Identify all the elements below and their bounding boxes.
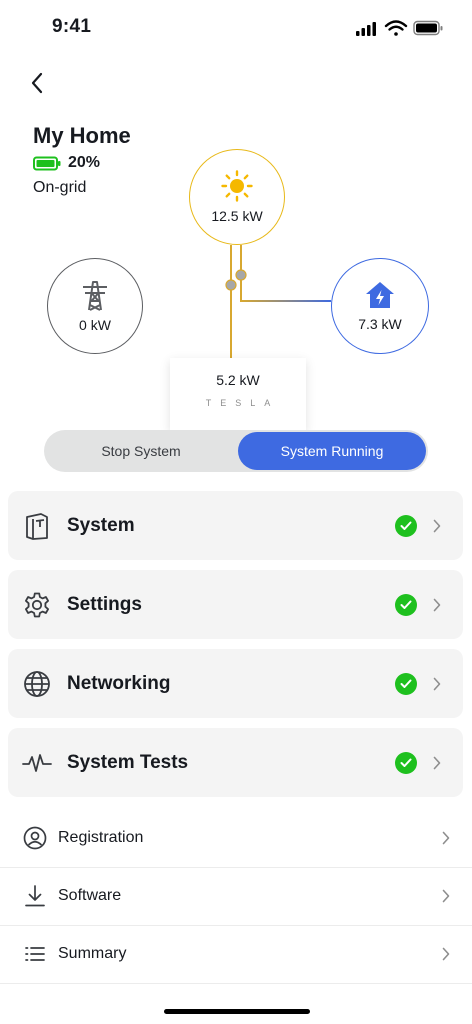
system-toggle[interactable]: Stop System System Running bbox=[44, 430, 428, 472]
chevron-right-icon bbox=[442, 831, 454, 845]
stop-system-button[interactable]: Stop System bbox=[44, 430, 238, 472]
power-tower-icon bbox=[83, 281, 107, 311]
sun-icon bbox=[221, 170, 253, 202]
flow-dot bbox=[225, 279, 237, 291]
cellular-signal-icon bbox=[356, 22, 376, 36]
row-summary[interactable]: Summary bbox=[0, 925, 472, 983]
divider bbox=[0, 983, 472, 984]
home-node[interactable]: 7.3 kW bbox=[331, 258, 429, 354]
list-icon bbox=[23, 942, 47, 966]
user-circle-icon bbox=[23, 826, 47, 850]
chevron-right-icon bbox=[442, 889, 454, 903]
check-icon bbox=[395, 751, 417, 774]
check-icon bbox=[395, 593, 417, 616]
home-power-value: 7.3 kW bbox=[358, 316, 402, 332]
card-networking[interactable]: Networking bbox=[8, 649, 463, 718]
wifi-icon bbox=[384, 20, 408, 36]
chevron-left-icon bbox=[31, 72, 43, 94]
solar-to-home-line bbox=[240, 245, 331, 302]
download-icon bbox=[23, 884, 47, 908]
row-label: Summary bbox=[58, 945, 127, 962]
row-software[interactable]: Software bbox=[0, 867, 472, 925]
grid-power-value: 0 kW bbox=[79, 317, 111, 333]
tesla-logo: TESLA bbox=[205, 398, 280, 408]
powerwall-card[interactable]: 5.2 kW TESLA bbox=[170, 358, 306, 430]
house-bolt-icon bbox=[366, 282, 394, 308]
battery-status-icon bbox=[413, 20, 443, 36]
gear-icon bbox=[22, 590, 52, 620]
system-running-button[interactable]: System Running bbox=[238, 432, 426, 470]
chevron-right-icon bbox=[433, 677, 445, 691]
card-label: Settings bbox=[67, 593, 142, 615]
chevron-right-icon bbox=[433, 519, 445, 533]
home-indicator[interactable] bbox=[164, 1009, 310, 1014]
grid-node[interactable]: 0 kW bbox=[47, 258, 143, 354]
card-system-tests[interactable]: System Tests bbox=[8, 728, 463, 797]
back-button[interactable] bbox=[22, 66, 52, 100]
card-settings[interactable]: Settings bbox=[8, 570, 463, 639]
powerwall-power-value: 5.2 kW bbox=[216, 372, 260, 388]
row-label: Registration bbox=[58, 829, 144, 846]
check-icon bbox=[395, 672, 417, 695]
globe-icon bbox=[22, 669, 52, 699]
row-label: Software bbox=[58, 887, 122, 904]
check-icon bbox=[395, 514, 417, 537]
card-label: Networking bbox=[67, 672, 171, 694]
powerwall-icon bbox=[22, 511, 52, 541]
chevron-right-icon bbox=[433, 598, 445, 612]
card-label: System bbox=[67, 514, 135, 536]
chevron-right-icon bbox=[433, 756, 445, 770]
card-label: System Tests bbox=[67, 751, 189, 773]
chevron-right-icon bbox=[442, 947, 454, 961]
flow-dot bbox=[235, 269, 247, 281]
solar-node[interactable]: 12.5 kW bbox=[189, 149, 285, 245]
pulse-icon bbox=[22, 748, 52, 778]
card-system[interactable]: System bbox=[8, 491, 463, 560]
status-icons bbox=[356, 20, 443, 36]
row-registration[interactable]: Registration bbox=[0, 809, 472, 867]
status-time: 9:41 bbox=[52, 16, 92, 37]
solar-power-value: 12.5 kW bbox=[211, 208, 263, 224]
